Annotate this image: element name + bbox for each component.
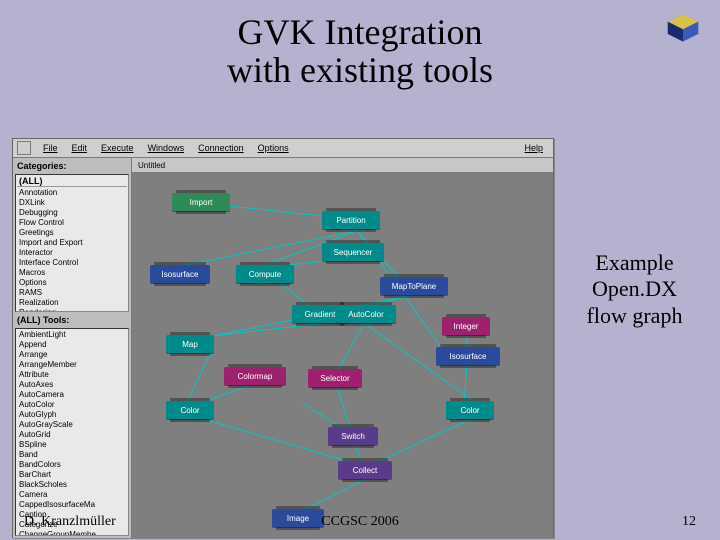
list-item[interactable]: Flow Control: [17, 218, 127, 228]
list-item[interactable]: DXLink: [17, 198, 127, 208]
categories-header: (ALL): [17, 176, 127, 187]
footer-venue: CCGSC 2006: [0, 514, 720, 530]
menu-execute[interactable]: Execute: [95, 142, 140, 154]
list-item[interactable]: RAMS: [17, 288, 127, 298]
node-selector[interactable]: Selector: [308, 369, 362, 387]
node-compute[interactable]: Compute: [236, 265, 294, 283]
list-item[interactable]: Realization: [17, 298, 127, 308]
node-isosurface2[interactable]: Isosurface: [436, 347, 500, 365]
list-item[interactable]: Rendering: [17, 308, 127, 312]
window-menu-icon[interactable]: [17, 141, 31, 155]
title-line1: GVK Integration: [238, 12, 483, 52]
list-item[interactable]: BlackScholes: [17, 480, 127, 490]
list-item[interactable]: Band: [17, 450, 127, 460]
categories-list[interactable]: (ALL) Annotation DXLink Debugging Flow C…: [15, 174, 129, 312]
opendx-window: File Edit Execute Windows Connection Opt…: [12, 138, 554, 538]
categories-label: Categories:: [15, 160, 129, 172]
tools-label: (ALL) Tools:: [15, 314, 129, 326]
list-item[interactable]: Attribute: [17, 370, 127, 380]
list-item[interactable]: ArrangeMember: [17, 360, 127, 370]
node-maptoplane[interactable]: MapToPlane: [380, 277, 448, 295]
list-item[interactable]: AutoColor: [17, 400, 127, 410]
list-item[interactable]: BSpline: [17, 440, 127, 450]
menu-options[interactable]: Options: [252, 142, 295, 154]
menu-edit[interactable]: Edit: [66, 142, 94, 154]
node-color2[interactable]: Color: [446, 401, 494, 419]
list-item[interactable]: Interface Control: [17, 258, 127, 268]
tool-palette: Categories: (ALL) Annotation DXLink Debu…: [13, 158, 132, 538]
list-item[interactable]: AutoCamera: [17, 390, 127, 400]
menu-connection[interactable]: Connection: [192, 142, 250, 154]
node-colormap[interactable]: Colormap: [224, 367, 286, 385]
node-sequencer[interactable]: Sequencer: [322, 243, 384, 261]
list-item[interactable]: BandColors: [17, 460, 127, 470]
list-item[interactable]: AutoGrayScale: [17, 420, 127, 430]
list-item[interactable]: ChangeGroupMembe: [17, 530, 127, 536]
canvas-tab[interactable]: Untitled: [132, 158, 553, 173]
caption: Example Open.DX flow graph: [567, 250, 702, 329]
node-integer[interactable]: Integer: [442, 317, 490, 335]
flow-canvas[interactable]: Import Partition Sequencer Isosurface Co…: [132, 173, 553, 538]
list-item[interactable]: CappedIsosurfaceMa: [17, 500, 127, 510]
title-line2: with existing tools: [227, 50, 493, 90]
list-item[interactable]: Import and Export: [17, 238, 127, 248]
node-map[interactable]: Map: [166, 335, 214, 353]
node-autocolor1[interactable]: AutoColor: [336, 305, 396, 323]
footer-pagenum: 12: [682, 514, 696, 530]
list-item[interactable]: AutoGlyph: [17, 410, 127, 420]
list-item[interactable]: AutoAxes: [17, 380, 127, 390]
node-switch[interactable]: Switch: [328, 427, 378, 445]
list-item[interactable]: AmbientLight: [17, 330, 127, 340]
node-import[interactable]: Import: [172, 193, 230, 211]
menu-help[interactable]: Help: [518, 142, 549, 154]
menubar: File Edit Execute Windows Connection Opt…: [13, 139, 553, 158]
menu-windows[interactable]: Windows: [142, 142, 191, 154]
list-item[interactable]: Options: [17, 278, 127, 288]
slide-title: GVK Integration with existing tools: [0, 14, 720, 90]
list-item[interactable]: Annotation: [17, 188, 127, 198]
list-item[interactable]: AutoGrid: [17, 430, 127, 440]
node-collect[interactable]: Collect: [338, 461, 392, 479]
list-item[interactable]: Camera: [17, 490, 127, 500]
list-item[interactable]: BarChart: [17, 470, 127, 480]
node-color1[interactable]: Color: [166, 401, 214, 419]
node-isosurface1[interactable]: Isosurface: [150, 265, 210, 283]
node-partition[interactable]: Partition: [322, 211, 380, 229]
menu-file[interactable]: File: [37, 142, 64, 154]
list-item[interactable]: Arrange: [17, 350, 127, 360]
list-item[interactable]: Debugging: [17, 208, 127, 218]
list-item[interactable]: Append: [17, 340, 127, 350]
list-item[interactable]: Greetings: [17, 228, 127, 238]
tools-list[interactable]: AmbientLight Append Arrange ArrangeMembe…: [15, 328, 129, 536]
list-item[interactable]: Macros: [17, 268, 127, 278]
list-item[interactable]: Interactor: [17, 248, 127, 258]
